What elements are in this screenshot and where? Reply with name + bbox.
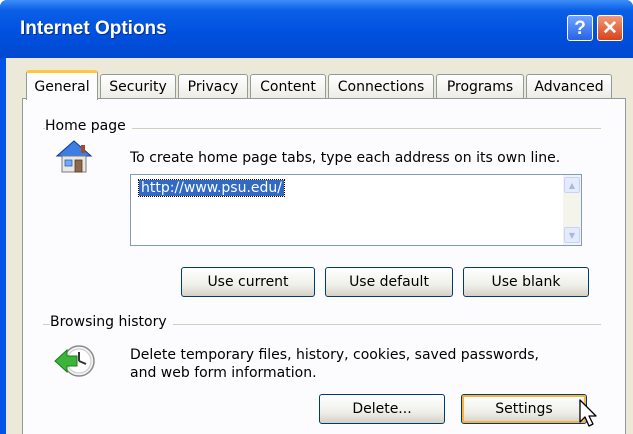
tab-connections[interactable]: Connections [328,74,434,99]
scroll-down-arrow-icon[interactable]: ▼ [564,227,580,243]
house-icon [55,140,93,173]
tab-advanced[interactable]: Advanced [526,74,612,99]
tab-security[interactable]: Security [100,74,176,99]
home-page-description: To create home page tabs, type each addr… [130,150,561,166]
use-default-button[interactable]: Use default [325,267,453,297]
close-button[interactable]: ✕ [597,15,623,41]
home-page-url-text: http://www.psu.edu/ [138,179,285,197]
mouse-cursor-icon [579,399,597,427]
home-page-url-input[interactable]: http://www.psu.edu/ ▲ ▼ [130,174,582,246]
help-icon: ? [574,17,586,39]
help-button[interactable]: ? [567,15,593,41]
window-title: Internet Options [20,18,167,39]
use-blank-button[interactable]: Use blank [463,267,589,297]
internet-options-window: Internet Options ? ✕ General Security Pr… [0,0,633,434]
tab-content[interactable]: Content [250,74,326,99]
browsing-history-group-label: Browsing history [50,314,173,330]
tab-privacy[interactable]: Privacy [178,74,248,99]
url-scrollbar[interactable]: ▲ ▼ [563,175,581,245]
close-icon: ✕ [602,17,618,39]
dialog-body: General Security Privacy Content Connect… [6,58,633,434]
history-clock-icon [54,345,95,377]
browsing-history-description-line1: Delete temporary files, history, cookies… [130,347,539,363]
delete-button[interactable]: Delete... [319,394,445,424]
scroll-up-arrow-icon[interactable]: ▲ [564,177,580,193]
browsing-history-description-line2: and web form information. [130,365,317,381]
general-tab-panel: Home page To create home page tabs, type… [22,98,626,434]
tab-general[interactable]: General [26,70,98,100]
settings-button[interactable]: Settings [461,394,587,424]
tab-programs[interactable]: Programs [436,74,524,99]
home-page-group-label: Home page [45,118,132,134]
title-bar[interactable]: Internet Options ? ✕ [0,0,633,58]
use-current-button[interactable]: Use current [181,267,315,297]
